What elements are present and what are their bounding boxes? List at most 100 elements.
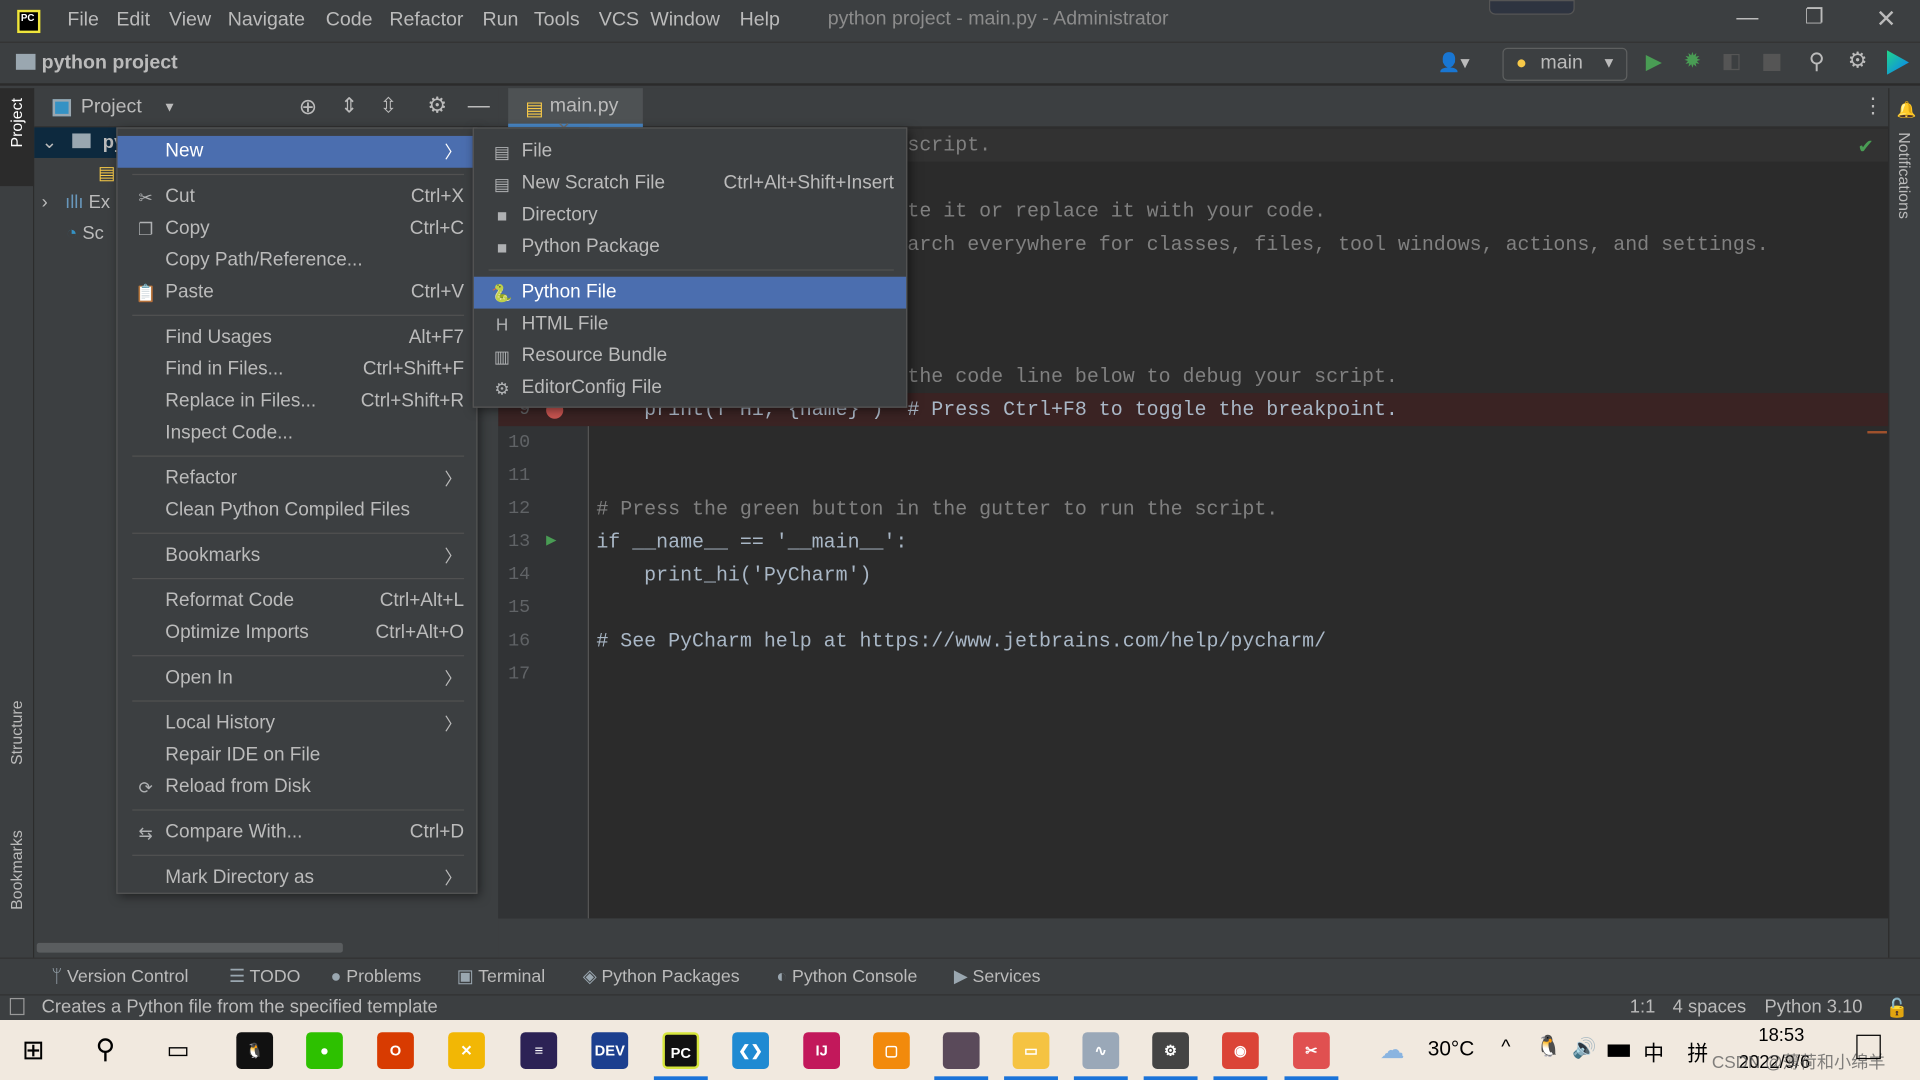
hide-icon[interactable]: — [468, 93, 490, 119]
menu-item-reformat-code[interactable]: Reformat Code Ctrl+Alt+L [118, 585, 477, 617]
menu-refactor[interactable]: Refactor [389, 10, 463, 32]
tool-window-python-packages[interactable]: ◈ Python Packages [583, 967, 740, 987]
windows-start-icon[interactable]: ⊞ [22, 1035, 45, 1067]
code-line[interactable]: 15 [498, 591, 1888, 624]
menu-item-copy-path-reference[interactable]: Copy Path/Reference... [118, 245, 477, 277]
weather-temp[interactable]: 30°C [1428, 1037, 1475, 1061]
tool-window-todo[interactable]: ☰ TODO [229, 967, 300, 987]
menu-item-inspect-code[interactable]: Inspect Code... [118, 418, 477, 450]
run-config-select[interactable]: ● main ▼ [1502, 47, 1628, 81]
tool-window-python-console[interactable]: ◐ Python Console [776, 967, 917, 987]
menu-file[interactable]: File [67, 10, 99, 32]
notifications-bell-icon[interactable]: 🔔 [1897, 100, 1917, 120]
intellij-app-icon[interactable]: IJ [803, 1032, 841, 1069]
search-icon[interactable]: ⚲ [1809, 49, 1825, 75]
more-options-icon[interactable]: ⋮ [1862, 94, 1883, 118]
menu-help[interactable]: Help [740, 10, 780, 32]
menu-item-mark-directory-as[interactable]: Mark Directory as 〉 [118, 862, 477, 894]
settings-icon[interactable]: ⚙ [1848, 48, 1868, 74]
project-tool-button[interactable]: Project [7, 98, 25, 148]
snip-app-icon[interactable]: ✂ [1293, 1032, 1330, 1069]
chevron-down-icon[interactable]: ▼ [163, 100, 176, 115]
tool-window-version-control[interactable]: ᛘ Version Control [51, 967, 188, 987]
battery-icon[interactable] [1607, 1044, 1630, 1057]
menu-vcs[interactable]: VCS [599, 10, 639, 32]
tab-main-py[interactable]: ▤ main.py ✕ [508, 88, 643, 137]
tool-window-problems[interactable]: ● Problems [331, 967, 422, 987]
search-icon[interactable]: ⚲ [96, 1033, 116, 1065]
avatar-app-icon[interactable] [942, 1032, 980, 1069]
wechat-app-icon[interactable]: ● [306, 1032, 343, 1069]
menu-item-repair-ide-on-file[interactable]: Repair IDE on File [118, 740, 477, 772]
gear-icon[interactable]: ⚙ [427, 93, 447, 119]
structure-tool-button[interactable]: Structure [7, 700, 25, 765]
code-line[interactable]: 11 [498, 459, 1888, 492]
menu-window[interactable]: Window [650, 10, 720, 32]
locate-icon[interactable]: ⊕ [299, 94, 317, 120]
menu-navigate[interactable]: Navigate [228, 10, 305, 32]
settings-app-icon[interactable]: ⚙ [1152, 1032, 1189, 1069]
debug-icon[interactable]: ✹ [1684, 49, 1701, 73]
menu-item-local-history[interactable]: Local History 〉 [118, 708, 477, 740]
menu-item-directory[interactable]: ■ Directory [474, 200, 906, 232]
qq-tray-icon[interactable]: 🐧 [1536, 1035, 1562, 1059]
tree-row-main-py[interactable]: ▤ [98, 158, 115, 189]
minimize-button[interactable]: — [1736, 5, 1758, 31]
user-icon[interactable]: 👤▾ [1438, 51, 1470, 74]
expand-all-icon[interactable]: ⇕ [340, 94, 357, 118]
menu-item-bookmarks[interactable]: Bookmarks 〉 [118, 540, 477, 572]
tool-window-terminal[interactable]: ▣ Terminal [457, 967, 545, 987]
menu-item-copy[interactable]: ❐ Copy Ctrl+C [118, 213, 477, 245]
chrome-app-icon[interactable]: ◉ [1222, 1032, 1259, 1069]
close-button[interactable]: ✕ [1876, 4, 1897, 35]
menu-item-open-in[interactable]: Open In 〉 [118, 662, 477, 694]
tool-app-icon[interactable]: ✕ [448, 1032, 485, 1069]
devcpp-app-icon[interactable]: DEV [591, 1032, 629, 1069]
code-line[interactable]: 14 print_hi('PyCharm') [498, 558, 1888, 591]
menu-edit[interactable]: Edit [116, 10, 150, 32]
run-icon[interactable]: ▶ [1646, 50, 1662, 74]
monitor-app-icon[interactable]: ∿ [1082, 1032, 1120, 1069]
menu-item-python-package[interactable]: ■ Python Package [474, 231, 906, 263]
menu-item-cut[interactable]: ✂ Cut Ctrl+X [118, 181, 477, 213]
stop-icon[interactable] [1763, 53, 1781, 72]
menu-item-editorconfig-file[interactable]: ⚙ EditorConfig File [474, 372, 906, 404]
tray-chevron-icon[interactable]: ^ [1501, 1037, 1510, 1059]
menu-item-replace-in-files[interactable]: Replace in Files... Ctrl+Shift+R [118, 386, 477, 418]
code-line[interactable]: 13 if __name__ == '__main__': ▶ [498, 525, 1888, 558]
menu-item-paste[interactable]: 📋 Paste Ctrl+V [118, 277, 477, 309]
code-line[interactable]: 17 [498, 658, 1888, 691]
menu-item-new[interactable]: New 〉 [117, 135, 477, 168]
qq-app-icon[interactable]: 🐧 [236, 1032, 274, 1069]
status-toggle-icon[interactable] [9, 997, 25, 1016]
office-app-icon[interactable]: O [377, 1032, 414, 1069]
menu-item-html-file[interactable]: H HTML File [474, 309, 906, 341]
app-app-icon[interactable]: ▢ [873, 1032, 910, 1069]
notification-center-icon[interactable] [1856, 1034, 1881, 1060]
pycharm-app-icon[interactable]: PC [662, 1032, 700, 1069]
menu-code[interactable]: Code [326, 10, 373, 32]
menu-item-resource-bundle[interactable]: ▥ Resource Bundle [474, 340, 906, 372]
caret-position[interactable]: 1:1 [1630, 997, 1656, 1018]
indent-setting[interactable]: 4 spaces [1673, 997, 1747, 1018]
ime-pinyin[interactable]: 拼 [1687, 1036, 1708, 1067]
tree-row-external-libraries[interactable]: › ıllı Ex [42, 187, 110, 218]
menu-tools[interactable]: Tools [534, 10, 580, 32]
interpreter-setting[interactable]: Python 3.10 [1764, 997, 1862, 1018]
code-line[interactable]: 10 [498, 426, 1888, 459]
restore-button[interactable]: ❐ [1805, 5, 1824, 29]
lock-icon[interactable]: 🔓 [1886, 997, 1909, 1019]
breadcrumb-project[interactable]: python project [42, 53, 178, 75]
tool-window-services[interactable]: ▶ Services [954, 967, 1041, 987]
explorer-app-icon[interactable]: ▭ [1012, 1032, 1050, 1069]
menu-item-clean-python-compiled-files[interactable]: Clean Python Compiled Files [118, 495, 477, 527]
menu-item-optimize-imports[interactable]: Optimize Imports Ctrl+Alt+O [118, 617, 477, 649]
horizontal-scrollbar[interactable] [36, 942, 343, 953]
menu-item-new-scratch-file[interactable]: ▤ New Scratch File Ctrl+Alt+Shift+Insert [474, 168, 906, 200]
tree-row-scratches[interactable]: ◔ Sc [66, 218, 104, 249]
collapse-all-icon[interactable]: ⇳ [380, 94, 397, 118]
run-gutter-icon[interactable]: ▶ [546, 525, 556, 558]
menu-item-refactor[interactable]: Refactor 〉 [118, 463, 477, 495]
jetbrains-toolbox-icon[interactable] [1886, 50, 1909, 75]
task-view-icon[interactable]: ▭ [167, 1035, 190, 1066]
